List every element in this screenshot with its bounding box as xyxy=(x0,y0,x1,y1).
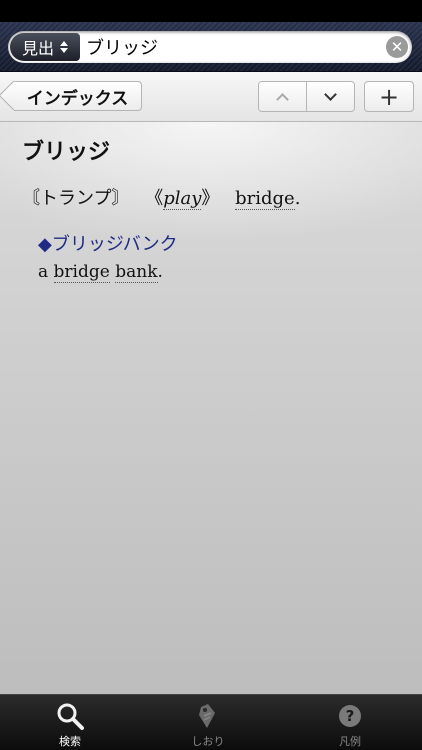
prev-next-segmented-control xyxy=(258,81,355,112)
tab-bar: 検索 しおり ? 凡例 xyxy=(0,694,422,750)
usage-open-bracket: 《 xyxy=(145,188,164,209)
tab-legend-label: 凡例 xyxy=(339,735,361,748)
help-icon: ? xyxy=(339,705,361,727)
tab-bookmarks[interactable]: しおり xyxy=(158,695,258,750)
tab-legend[interactable]: ? 凡例 xyxy=(300,695,400,750)
translation-word[interactable]: bridge xyxy=(235,188,295,210)
tab-search-label: 検索 xyxy=(59,735,81,748)
next-entry-button[interactable] xyxy=(306,82,354,111)
search-input[interactable] xyxy=(86,33,376,61)
clear-icon[interactable]: ✕ xyxy=(386,36,408,58)
scope-selector[interactable]: 見出 xyxy=(10,33,80,61)
bookmark-tag-icon xyxy=(199,704,215,728)
back-button-label: インデックス xyxy=(26,88,129,109)
previous-entry-button[interactable] xyxy=(259,82,306,111)
tab-search[interactable]: 検索 xyxy=(20,695,120,750)
sense-line: 〘トランプ〙 《play》 bridge. xyxy=(22,184,300,210)
add-bookmark-button[interactable]: + xyxy=(364,81,414,112)
headword: ブリッジ xyxy=(22,140,111,165)
entry-content: ブリッジ 〘トランプ〙 《play》 bridge. ◆ブリッジバンク a br… xyxy=(0,122,422,694)
tab-bookmarks-label: しおり xyxy=(191,735,225,748)
status-bar xyxy=(0,0,422,22)
example-sentence: a bridge bank. xyxy=(38,262,163,283)
svg-text:?: ? xyxy=(346,707,355,725)
back-button[interactable]: インデックス xyxy=(14,81,142,111)
nav-bar: インデックス + xyxy=(0,72,422,122)
search-field: 見出 ✕ xyxy=(8,31,412,63)
search-bar: 見出 ✕ xyxy=(0,22,422,72)
magnifier-icon xyxy=(57,703,84,730)
chevron-up-icon xyxy=(276,92,289,106)
chevron-down-icon xyxy=(324,87,337,101)
example-terminator: . xyxy=(157,262,163,282)
usage-word[interactable]: play xyxy=(163,188,202,210)
up-down-arrows-icon xyxy=(60,41,68,53)
example-article: a xyxy=(38,262,49,282)
example-word-bank[interactable]: bank xyxy=(115,262,158,283)
example-word-bridge[interactable]: bridge xyxy=(53,262,110,283)
usage-close-bracket: 》 xyxy=(201,188,220,209)
sense-terminator: . xyxy=(294,188,301,209)
domain-label: 〘トランプ〙 xyxy=(22,188,130,209)
scope-label: 見出 xyxy=(21,39,54,58)
subentry-title: ◆ブリッジバンク xyxy=(38,234,178,255)
